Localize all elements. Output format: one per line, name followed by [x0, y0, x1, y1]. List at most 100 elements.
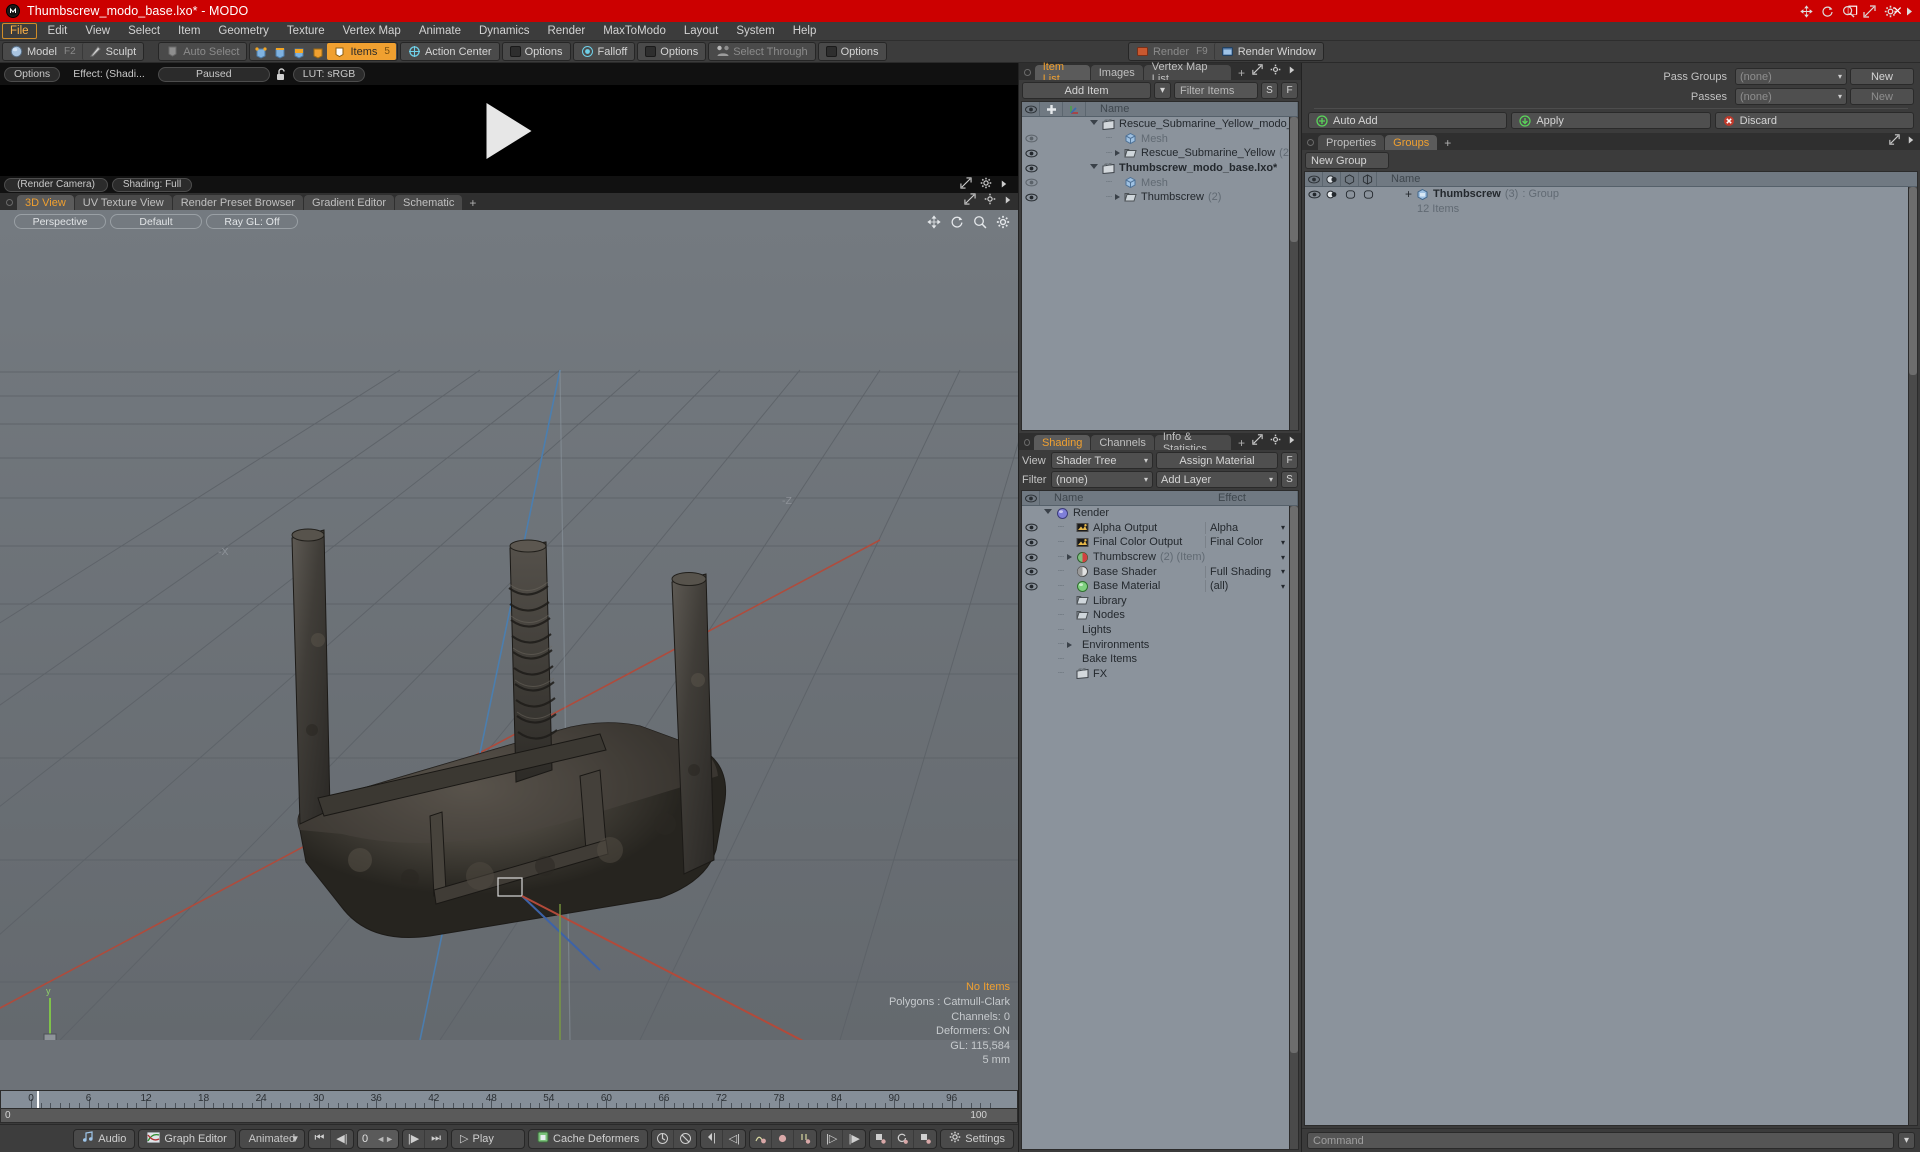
go-to-start-button[interactable]: ⏮: [309, 1129, 331, 1148]
groups-scrollbar[interactable]: [1908, 187, 1917, 1125]
filter-s-button[interactable]: S: [1261, 82, 1278, 99]
viewport-raygl-button[interactable]: Ray GL: Off: [206, 214, 298, 229]
row-visibility-toggle[interactable]: [1022, 149, 1040, 158]
visibility-eye-icon[interactable]: [1024, 134, 1038, 143]
action-center-options-button[interactable]: Options: [504, 43, 569, 60]
tab-images[interactable]: Images: [1090, 65, 1143, 80]
last-key-icon[interactable]: |▶: [843, 1130, 865, 1148]
panel-handle-icon[interactable]: [1307, 139, 1314, 146]
shader-tree-row[interactable]: ┈ Library: [1022, 594, 1289, 609]
row-visibility-toggle[interactable]: [1022, 178, 1040, 187]
create-key-icon[interactable]: [750, 1129, 773, 1148]
shader-tree-body[interactable]: Render ┈ Alpha Output Alpha ▾ ┈ Final Color …: [1022, 506, 1289, 1149]
key-remove-icon[interactable]: [914, 1130, 936, 1148]
row-effect-cell[interactable]: Final Color ▾: [1205, 536, 1289, 549]
passes-select[interactable]: (none) ▾: [1735, 88, 1847, 105]
shader-tree-row[interactable]: ┈ Final Color Output Final Color ▾: [1022, 535, 1289, 550]
col-wireframe-icon[interactable]: [1359, 172, 1377, 186]
command-input[interactable]: Command: [1307, 1132, 1894, 1149]
pass-groups-select[interactable]: (none) ▾: [1735, 68, 1847, 85]
chevron-down-icon[interactable]: ▾: [1281, 567, 1285, 576]
menu-item-help[interactable]: Help: [784, 22, 826, 40]
pan-icon[interactable]: [1800, 5, 1813, 21]
items-mode-button[interactable]: Items 5: [327, 43, 396, 60]
chevron-down-icon[interactable]: ▾: [1281, 523, 1285, 532]
tab-render-preset-browser[interactable]: Render Preset Browser: [172, 195, 304, 210]
graph-editor-button[interactable]: Graph Editor: [138, 1128, 236, 1149]
tab-channels[interactable]: Channels: [1091, 435, 1154, 450]
item-list-row[interactable]: ┈ Thumbscrew (2): [1022, 190, 1289, 205]
expander-plus-icon[interactable]: +: [1405, 187, 1412, 201]
groups-body[interactable]: + Thumbscrew (3) : Group 12 Items: [1305, 187, 1908, 1125]
menu-item-animate[interactable]: Animate: [410, 22, 470, 40]
tab-shading[interactable]: Shading: [1033, 435, 1091, 450]
tab-schematic[interactable]: Schematic: [395, 195, 463, 210]
render-preview-image[interactable]: [0, 85, 1018, 176]
cache-deformers-button[interactable]: Cache Deformers: [528, 1128, 649, 1149]
prev-key-icon[interactable]: ⏴|: [701, 1129, 724, 1148]
item-list-body[interactable]: Rescue_Submarine_Yellow_modo_base.l... ┈…: [1022, 117, 1289, 430]
discard-button[interactable]: Discard: [1714, 112, 1914, 129]
tab-gradient-editor[interactable]: Gradient Editor: [304, 195, 394, 210]
add-tab-button[interactable]: +: [1438, 136, 1457, 150]
viewport-style-button[interactable]: Default: [110, 214, 202, 229]
menu-item-edit[interactable]: Edit: [39, 22, 77, 40]
shading-s-button[interactable]: S: [1281, 471, 1298, 488]
panel-menu-icon[interactable]: [1905, 6, 1914, 20]
maximize-pane-icon[interactable]: [1252, 434, 1263, 448]
row-effect-cell[interactable]: Full Shading ▾: [1205, 565, 1289, 578]
maximize-pane-icon[interactable]: [964, 193, 976, 208]
shader-tree-row[interactable]: ┈ Environments: [1022, 637, 1289, 652]
visibility-eye-icon[interactable]: [1024, 538, 1038, 547]
gear-icon[interactable]: [1270, 64, 1281, 78]
shading-f-button[interactable]: F: [1281, 452, 1298, 469]
expander-collapse-icon[interactable]: [1090, 164, 1098, 172]
shader-tree-row[interactable]: ┈ Base Shader Full Shading ▾: [1022, 564, 1289, 579]
shader-tree-row[interactable]: ┈ FX: [1022, 667, 1289, 682]
vertices-mode-button[interactable]: [251, 43, 270, 60]
menu-item-geometry[interactable]: Geometry: [209, 22, 278, 40]
expander-expand-icon[interactable]: [1115, 194, 1121, 201]
timeline-range-bar[interactable]: 0 100: [0, 1108, 1018, 1123]
panel-menu-icon[interactable]: [1288, 64, 1296, 78]
menu-item-texture[interactable]: Texture: [278, 22, 334, 40]
step-forward-button[interactable]: |▶: [403, 1129, 426, 1148]
row-visibility-toggle[interactable]: [1022, 523, 1040, 532]
panel-handle-icon[interactable]: [6, 199, 13, 206]
gear-icon[interactable]: [1270, 434, 1281, 448]
shader-tree-row[interactable]: ┈ Thumbscrew (2) (Item) ▾: [1022, 550, 1289, 565]
assign-material-button[interactable]: Assign Material: [1156, 452, 1278, 469]
tab-properties[interactable]: Properties: [1318, 135, 1385, 150]
visibility-eye-icon[interactable]: [1024, 553, 1038, 562]
shader-tree-row[interactable]: ┈ Nodes: [1022, 608, 1289, 623]
item-list-row[interactable]: ┈ Rescue_Submarine_Yellow(2): [1022, 146, 1289, 161]
rotate-icon[interactable]: [950, 215, 964, 232]
zoom-icon[interactable]: [1842, 5, 1855, 21]
shader-tree-scrollbar[interactable]: [1289, 506, 1298, 1149]
menu-item-layout[interactable]: Layout: [675, 22, 728, 40]
shading-filter-select[interactable]: (none) ▾: [1051, 471, 1153, 488]
col-visibility-icon[interactable]: [1305, 172, 1323, 186]
render-status-button[interactable]: Paused: [157, 66, 270, 82]
panel-menu-icon[interactable]: [1288, 434, 1296, 448]
col-render-icon[interactable]: [1323, 172, 1341, 186]
next-key-icon[interactable]: |▷: [821, 1129, 844, 1148]
menu-item-maxtomodo[interactable]: MaxToModo: [594, 22, 675, 40]
zoom-icon[interactable]: [973, 215, 987, 232]
audio-button[interactable]: Audio: [73, 1128, 136, 1149]
filter-f-button[interactable]: F: [1281, 82, 1298, 99]
menu-item-vertex-map[interactable]: Vertex Map: [334, 22, 410, 40]
visibility-eye-icon[interactable]: [1307, 190, 1321, 199]
gear-icon[interactable]: [984, 193, 996, 208]
animation-mode-select[interactable]: Animated ▾: [238, 1128, 305, 1149]
panel-menu-icon[interactable]: [1907, 134, 1915, 148]
visibility-eye-icon[interactable]: [1024, 149, 1038, 158]
render-shading-button[interactable]: Shading: Full: [112, 177, 192, 192]
tab-vertex-map-list[interactable]: Vertex Map List: [1143, 61, 1231, 85]
shader-tree-row[interactable]: ┈ Lights: [1022, 623, 1289, 638]
materials-mode-button[interactable]: [308, 43, 327, 60]
item-list-row[interactable]: ┈ Mesh: [1022, 175, 1289, 190]
model-mode-button[interactable]: Model F2: [4, 43, 82, 60]
panel-menu-icon[interactable]: [1004, 194, 1012, 208]
gear-icon[interactable]: [1884, 5, 1897, 21]
